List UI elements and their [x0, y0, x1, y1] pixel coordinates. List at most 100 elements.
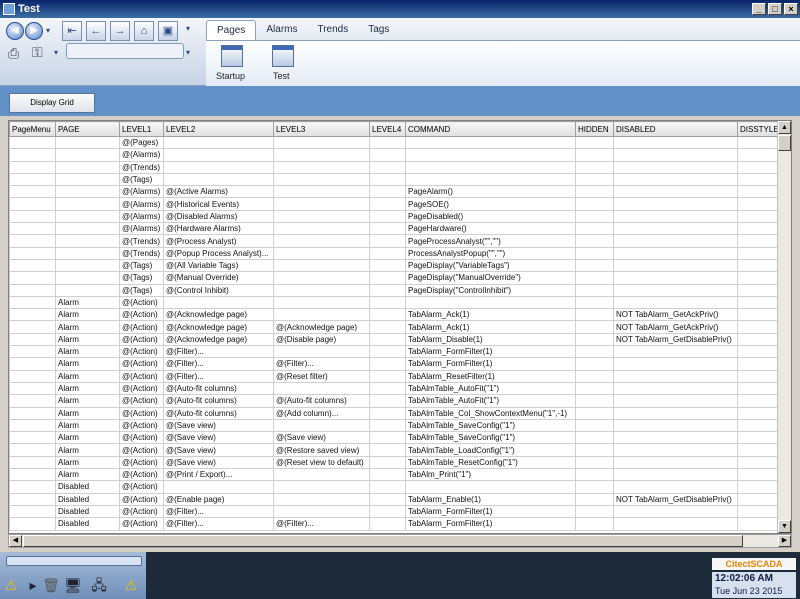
table-cell[interactable] — [369, 443, 406, 457]
vertical-scrollbar[interactable]: ▲ ▼ — [777, 121, 791, 533]
table-cell[interactable] — [613, 185, 738, 199]
table-cell[interactable] — [369, 332, 406, 347]
table-row[interactable]: Alarm @(Action) @(Save view) @(Reset view t… — [9, 455, 780, 470]
table-cell[interactable] — [273, 283, 370, 297]
table-cell[interactable]: @(Filter)... — [163, 345, 274, 359]
table-cell[interactable] — [575, 332, 614, 347]
table-cell[interactable]: PageHardware() — [405, 222, 576, 236]
table-cell[interactable] — [9, 345, 56, 359]
table-cell[interactable]: Alarm — [55, 394, 120, 408]
computer-icon[interactable]: 🖥 — [64, 576, 82, 594]
table-cell[interactable] — [273, 468, 370, 482]
table-cell[interactable]: @(Action) — [119, 308, 164, 322]
table-cell[interactable] — [575, 258, 614, 273]
table-cell[interactable] — [369, 418, 406, 433]
table-cell[interactable] — [737, 320, 780, 334]
table-cell[interactable]: @(Action) — [119, 443, 164, 457]
table-cell[interactable] — [737, 443, 780, 457]
table-cell[interactable] — [163, 148, 274, 162]
table-cell[interactable]: NOT TabAlarm_GetAckPriv() — [613, 308, 738, 322]
table-row[interactable]: @(Trends) — [9, 160, 780, 174]
trash-icon[interactable]: 🗑 — [42, 576, 60, 594]
table-cell[interactable] — [613, 209, 738, 224]
network-icon[interactable]: 🖧 — [90, 576, 108, 594]
table-cell[interactable]: TabAlarm_Ack(1) — [405, 320, 576, 334]
table-cell[interactable] — [55, 258, 120, 273]
table-cell[interactable]: @(Acknowledge page) — [163, 332, 274, 347]
table-cell[interactable]: Alarm — [55, 381, 120, 396]
vertical-scroll-thumb[interactable] — [778, 135, 791, 151]
table-cell[interactable] — [9, 517, 56, 531]
table-cell[interactable] — [163, 160, 274, 174]
table-cell[interactable]: @(Save view) — [163, 443, 274, 457]
table-cell[interactable]: @(Tags) — [119, 172, 164, 187]
table-row[interactable]: Alarm @(Action) @(Acknowledge page) @(Disab… — [9, 332, 780, 347]
table-cell[interactable]: @(Alarms) — [119, 222, 164, 236]
hardware-warning-icon[interactable]: ⚠ — [122, 576, 140, 594]
table-cell[interactable]: TabAlm_Print("1") — [405, 468, 576, 482]
table-cell[interactable] — [405, 295, 576, 310]
table-cell[interactable] — [55, 222, 120, 236]
table-cell[interactable] — [613, 443, 738, 457]
table-cell[interactable] — [575, 234, 614, 248]
table-cell[interactable] — [9, 418, 56, 433]
table-cell[interactable] — [369, 369, 406, 383]
table-cell[interactable] — [273, 222, 370, 236]
tab-alarms[interactable]: Alarms — [256, 20, 307, 40]
table-cell[interactable]: Disabled — [55, 517, 120, 531]
table-cell[interactable]: Alarm — [55, 406, 120, 420]
table-cell[interactable] — [613, 406, 738, 420]
table-cell[interactable] — [575, 185, 614, 199]
table-cell[interactable] — [613, 197, 738, 211]
table-cell[interactable] — [613, 345, 738, 359]
table-cell[interactable]: TabAlmTable_AutoFit("1") — [405, 394, 576, 408]
test-page-icon[interactable] — [272, 45, 294, 67]
table-cell[interactable]: @(Action) — [119, 357, 164, 371]
table-cell[interactable]: @(Filter)... — [163, 504, 274, 519]
table-cell[interactable] — [737, 283, 780, 297]
table-cell[interactable]: PageDisplay("ControlInhibit") — [405, 283, 576, 297]
table-cell[interactable] — [9, 258, 56, 273]
table-row[interactable]: @(Pages) — [9, 135, 780, 150]
table-cell[interactable] — [369, 468, 406, 482]
table-cell[interactable] — [613, 135, 738, 150]
table-cell[interactable]: @(Action) — [119, 492, 164, 506]
table-cell[interactable] — [273, 418, 370, 433]
table-cell[interactable] — [737, 246, 780, 260]
column-header[interactable]: DISSTYLE — [737, 121, 780, 137]
table-cell[interactable] — [737, 185, 780, 199]
table-cell[interactable] — [737, 160, 780, 174]
table-row[interactable]: Alarm @(Action) @(Save view) TabAlmTable_Sa… — [9, 418, 780, 433]
table-cell[interactable] — [9, 135, 56, 150]
table-cell[interactable]: TabAlmTable_ResetConfig("1") — [405, 455, 576, 470]
table-cell[interactable]: @(Save view) — [273, 431, 370, 445]
table-row[interactable]: Alarm @(Action) @(Auto-fit columns) @(Auto-… — [9, 394, 780, 408]
table-cell[interactable]: @(Reset filter) — [273, 369, 370, 383]
table-cell[interactable] — [575, 345, 614, 359]
table-cell[interactable] — [613, 418, 738, 433]
table-cell[interactable]: Alarm — [55, 418, 120, 433]
table-cell[interactable] — [369, 185, 406, 199]
table-cell[interactable]: @(Acknowledge page) — [163, 320, 274, 334]
table-row[interactable]: @(Tags) @(All Variable Tags) PageDisplay("… — [9, 258, 780, 273]
table-cell[interactable] — [9, 160, 56, 174]
table-cell[interactable]: @(Filter)... — [163, 517, 274, 531]
table-cell[interactable] — [575, 406, 614, 420]
table-cell[interactable] — [613, 369, 738, 383]
table-cell[interactable] — [737, 135, 780, 150]
table-cell[interactable] — [9, 148, 56, 162]
window-icon[interactable]: ▣ — [158, 21, 178, 41]
table-cell[interactable] — [9, 271, 56, 285]
table-cell[interactable]: @(Disable page) — [273, 332, 370, 347]
startup-page-label[interactable]: Startup — [216, 71, 245, 81]
table-cell[interactable] — [273, 308, 370, 322]
table-cell[interactable] — [9, 172, 56, 187]
table-cell[interactable] — [575, 480, 614, 494]
table-cell[interactable]: TabAlarm_FormFilter(1) — [405, 345, 576, 359]
table-row[interactable]: Alarm @(Action) — [9, 295, 780, 310]
table-cell[interactable] — [369, 455, 406, 470]
table-cell[interactable]: @(All Variable Tags) — [163, 258, 274, 273]
table-cell[interactable] — [273, 480, 370, 494]
table-cell[interactable]: @(Historical Events) — [163, 197, 274, 211]
test-page-label[interactable]: Test — [273, 71, 290, 81]
